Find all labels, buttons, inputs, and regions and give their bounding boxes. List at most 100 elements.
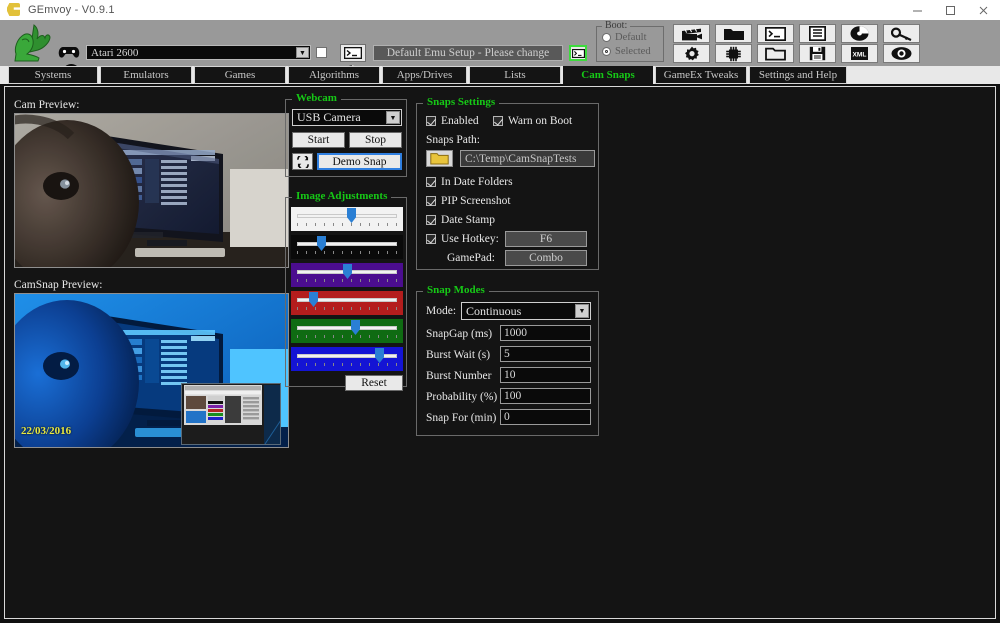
- tab-lists[interactable]: Lists: [469, 66, 561, 84]
- movie-clapper-icon[interactable]: [673, 24, 710, 43]
- tab-emulators-label: Emulators: [123, 69, 169, 81]
- xml-file-icon[interactable]: XML: [841, 44, 878, 63]
- gamepad-value-button[interactable]: Combo: [505, 250, 587, 266]
- tab-apps-drives[interactable]: Apps/Drives: [382, 66, 467, 84]
- slider-brightness-thumb[interactable]: [347, 208, 356, 223]
- slider-contrast[interactable]: [291, 235, 403, 259]
- snap-modes-caption: Snap Modes: [423, 284, 489, 296]
- key-icon[interactable]: [883, 24, 920, 43]
- boot-option-selected-label: Selected: [615, 46, 651, 57]
- slider-hue[interactable]: [291, 263, 403, 287]
- gear-icon[interactable]: [673, 44, 710, 63]
- warn-on-boot-checkbox-row[interactable]: Warn on Boot: [493, 115, 572, 127]
- use-hotkey-row[interactable]: Use Hotkey:: [426, 233, 499, 245]
- snaps-settings-group: Snaps Settings Enabled Warn on Boot Snap…: [416, 96, 599, 270]
- app-window: GEmvoy - V0.9.1 Atari 2600 ▼ Default Emu…: [0, 0, 1000, 623]
- webcam-refresh-button[interactable]: [292, 153, 313, 170]
- webcam-device-combo[interactable]: USB Camera ▼: [292, 109, 402, 126]
- hotkey-value-button[interactable]: F6: [505, 231, 587, 247]
- floppy-save-icon[interactable]: [799, 44, 836, 63]
- pip-screenshot-row[interactable]: PIP Screenshot: [426, 195, 511, 207]
- reset-label: Reset: [361, 377, 387, 389]
- radio-default-icon[interactable]: [602, 33, 611, 42]
- burst-wait-input[interactable]: 5: [500, 346, 591, 362]
- date-stamp-checkbox[interactable]: [426, 215, 436, 225]
- pip-screenshot-checkbox[interactable]: [426, 196, 436, 206]
- system-combo[interactable]: Atari 2600 ▼: [86, 45, 311, 60]
- webcam-device-value: USB Camera: [297, 110, 361, 124]
- slider-red-thumb[interactable]: [309, 292, 318, 307]
- image-adjustments-reset-button[interactable]: Reset: [345, 375, 403, 391]
- tab-apps-drives-label: Apps/Drives: [396, 69, 453, 81]
- emu-setup-display[interactable]: Default Emu Setup - Please change: [373, 45, 563, 61]
- slider-green-thumb[interactable]: [351, 320, 360, 335]
- image-adjustments-group: Image Adjustments Reset: [285, 190, 407, 391]
- probability-label: Probability (%): [426, 391, 498, 403]
- slider-brightness[interactable]: [291, 207, 403, 231]
- chip-icon[interactable]: [715, 44, 752, 63]
- disc-icon[interactable]: [841, 24, 878, 43]
- boot-option-default[interactable]: Default: [602, 32, 647, 43]
- document-lines-icon[interactable]: [799, 24, 836, 43]
- chevron-down-icon[interactable]: ▼: [296, 47, 309, 58]
- system-favorite-checkbox[interactable]: [316, 47, 327, 58]
- chevron-down-icon[interactable]: ▼: [575, 304, 589, 318]
- tab-cam-snaps[interactable]: Cam Snaps: [563, 66, 653, 84]
- slider-hue-thumb[interactable]: [343, 264, 352, 279]
- in-date-folders-checkbox[interactable]: [426, 177, 436, 187]
- slider-blue[interactable]: [291, 347, 403, 371]
- chevron-down-icon[interactable]: ▼: [386, 111, 400, 124]
- snap-for-input[interactable]: 0: [500, 409, 591, 425]
- slider-green-ticks: [297, 335, 397, 339]
- slider-contrast-thumb[interactable]: [317, 236, 326, 251]
- tab-algorithms[interactable]: Algorithms: [288, 66, 380, 84]
- slider-red[interactable]: [291, 291, 403, 315]
- slider-red-ticks: [297, 307, 397, 311]
- tab-games[interactable]: Games: [194, 66, 286, 84]
- snaps-path-input[interactable]: C:\Temp\CamSnapTests: [460, 150, 595, 167]
- date-stamp-row[interactable]: Date Stamp: [426, 214, 495, 226]
- tab-settings-help[interactable]: Settings and Help: [749, 66, 847, 84]
- maximize-button[interactable]: [934, 0, 967, 20]
- radio-selected-icon[interactable]: [602, 47, 611, 56]
- folder-empty-icon[interactable]: [757, 44, 794, 63]
- webcam-stop-button[interactable]: Stop: [349, 132, 402, 148]
- boot-option-default-label: Default: [615, 32, 647, 43]
- tab-strip: Systems Emulators Games Algorithms Apps/…: [0, 66, 1000, 84]
- use-hotkey-checkbox[interactable]: [426, 234, 436, 244]
- cam-preview-image: [14, 113, 289, 268]
- in-date-folders-label: In Date Folders: [441, 176, 513, 188]
- tab-systems[interactable]: Systems: [8, 66, 98, 84]
- webcam-start-button[interactable]: Start: [292, 132, 345, 148]
- date-stamp-label: Date Stamp: [441, 214, 495, 226]
- snaps-path-browse-button[interactable]: [426, 150, 453, 167]
- close-button[interactable]: [967, 0, 1000, 20]
- probability-input[interactable]: 100: [500, 388, 591, 404]
- enabled-checkbox-row[interactable]: Enabled: [426, 115, 479, 127]
- tab-gameex-tweaks[interactable]: GameEx Tweaks: [655, 66, 747, 84]
- slider-blue-thumb[interactable]: [375, 348, 384, 363]
- slider-green-track[interactable]: [297, 326, 397, 330]
- burst-number-input[interactable]: 10: [500, 367, 591, 383]
- folder-open-icon[interactable]: [715, 24, 752, 43]
- demo-snap-button[interactable]: Demo Snap: [317, 153, 402, 170]
- tab-algorithms-label: Algorithms: [308, 69, 360, 81]
- console-prompt-button[interactable]: [340, 44, 366, 62]
- emu-setup-console-button[interactable]: [569, 45, 587, 61]
- slider-green[interactable]: [291, 319, 403, 343]
- date-stamp-overlay: 22/03/2016: [21, 425, 72, 437]
- snapgap-input[interactable]: 1000: [500, 325, 591, 341]
- enabled-checkbox[interactable]: [426, 116, 436, 126]
- boot-option-selected[interactable]: Selected: [602, 46, 651, 57]
- warn-on-boot-checkbox[interactable]: [493, 116, 503, 126]
- slider-hue-ticks: [297, 279, 397, 283]
- slider-contrast-track[interactable]: [297, 242, 397, 246]
- snaps-path-label: Snaps Path:: [426, 134, 480, 146]
- webcam-stop-label: Stop: [364, 134, 387, 146]
- tab-emulators[interactable]: Emulators: [100, 66, 192, 84]
- mode-combo[interactable]: Continuous ▼: [461, 302, 591, 320]
- console-prompt-icon[interactable]: [757, 24, 794, 43]
- eye-icon[interactable]: [883, 44, 920, 63]
- minimize-button[interactable]: [901, 0, 934, 20]
- in-date-folders-row[interactable]: In Date Folders: [426, 176, 513, 188]
